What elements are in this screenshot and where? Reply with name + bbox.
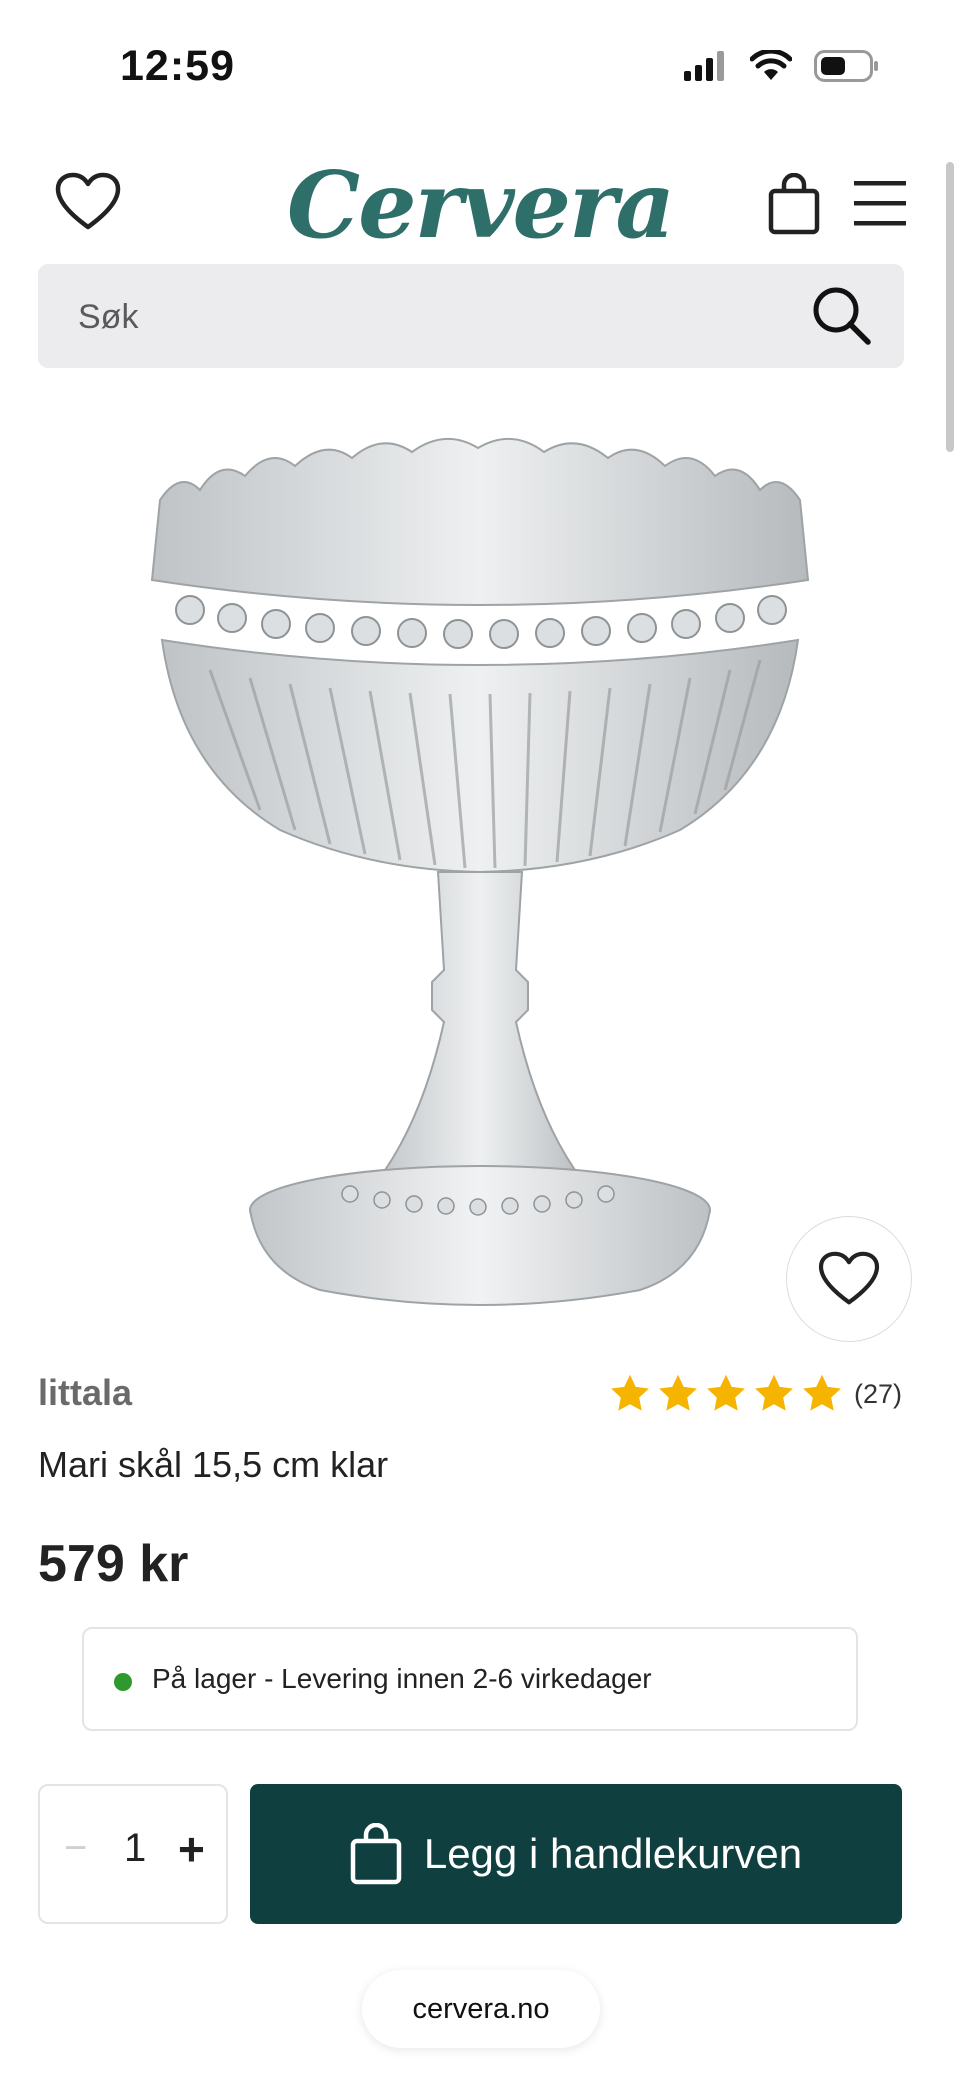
url-text: cervera.no <box>412 1992 550 2025</box>
product-rating[interactable]: (27) <box>608 1372 902 1416</box>
product-brand[interactable]: littala <box>38 1372 132 1414</box>
product-title: Mari skål 15,5 cm klar <box>38 1444 389 1485</box>
star-icon <box>707 1374 745 1411</box>
wifi-icon <box>750 50 792 80</box>
scrollbar[interactable] <box>946 162 954 452</box>
stock-status: På lager - Levering innen 2-6 virkedager <box>82 1627 858 1731</box>
star-icon <box>659 1374 697 1411</box>
product-image[interactable] <box>120 410 840 1350</box>
search-bar <box>38 264 904 370</box>
star-icon <box>803 1374 841 1411</box>
product-favorite-button[interactable] <box>786 1216 912 1342</box>
search-icon <box>813 287 871 345</box>
rating-stars <box>608 1372 844 1416</box>
cellular-signal-icon <box>684 51 724 81</box>
hamburger-menu-icon <box>854 181 906 226</box>
shopping-bag-icon <box>350 1823 402 1885</box>
quantity-stepper: − 1 + <box>38 1784 228 1924</box>
menu-button[interactable] <box>852 176 908 232</box>
cart-button[interactable] <box>764 170 824 238</box>
shopping-bag-icon <box>768 173 820 235</box>
search-input[interactable] <box>76 264 780 370</box>
site-header: Cervera <box>0 150 960 260</box>
browser-url-bar[interactable]: cervera.no <box>362 1970 600 2048</box>
quantity-increase-button[interactable]: + <box>178 1822 205 1876</box>
star-icon <box>611 1374 649 1411</box>
battery-icon <box>814 50 878 82</box>
in-stock-indicator <box>114 1673 132 1691</box>
product-price: 579 kr <box>38 1535 189 1593</box>
quantity-decrease-button[interactable]: − <box>64 1826 87 1871</box>
stock-text: På lager - Levering innen 2-6 virkedager <box>152 1663 652 1694</box>
add-to-cart-button[interactable]: Legg i handlekurven <box>250 1784 902 1924</box>
status-bar: 12:59 <box>0 0 960 140</box>
status-time: 12:59 <box>120 42 235 90</box>
glass-bowl-illustration <box>150 437 810 1306</box>
search-button[interactable] <box>810 284 874 348</box>
rating-count: (27) <box>853 1378 902 1409</box>
add-to-cart-label: Legg i handlekurven <box>423 1830 803 1877</box>
star-icon <box>755 1374 793 1411</box>
status-icons <box>684 50 880 82</box>
quantity-value[interactable]: 1 <box>124 1826 146 1871</box>
heart-icon <box>818 1251 880 1305</box>
